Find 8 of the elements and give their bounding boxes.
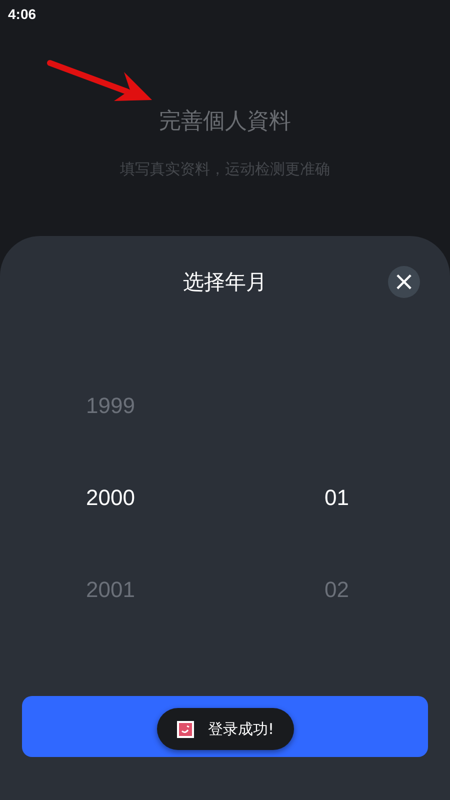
page-title: 完善個人資料 bbox=[159, 108, 291, 136]
toast-text: 登录成功! bbox=[208, 720, 274, 738]
picker-option[interactable]: 01 bbox=[324, 452, 349, 544]
sheet-title: 选择年月 bbox=[183, 269, 267, 296]
status-time: 4:06 bbox=[8, 6, 36, 22]
picker-option[interactable]: 2000 bbox=[86, 452, 135, 544]
app-icon bbox=[177, 720, 194, 738]
close-button[interactable]: × bbox=[388, 266, 420, 298]
